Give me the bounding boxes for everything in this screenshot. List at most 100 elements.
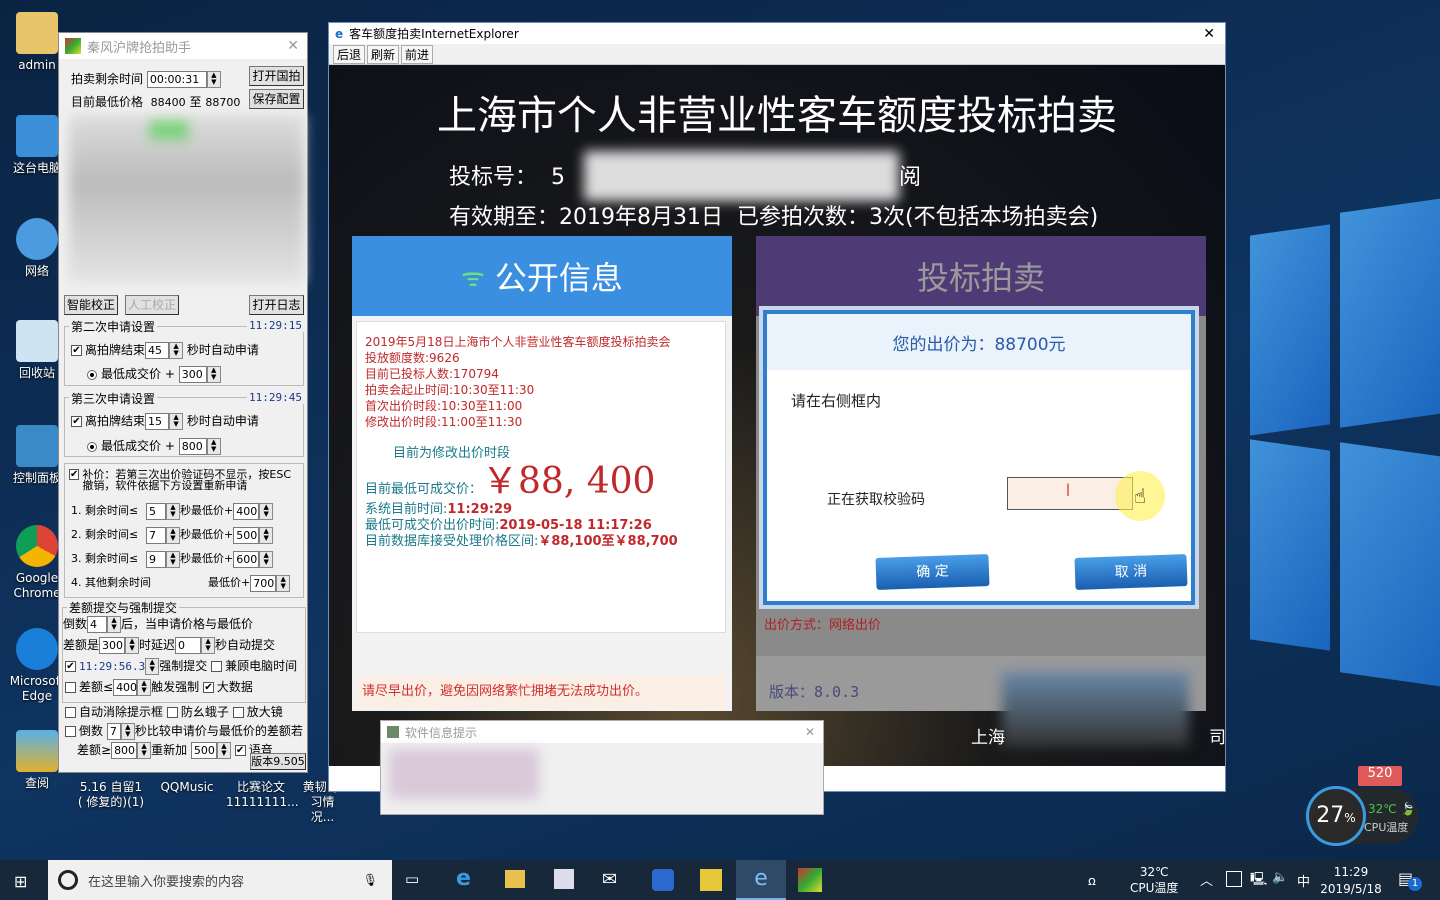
second-price-field[interactable]: 300	[178, 366, 207, 383]
close-icon[interactable]: ✕	[805, 725, 815, 739]
cancel-button[interactable]: 取 消	[1074, 554, 1188, 590]
blurred-bid-number	[584, 151, 899, 201]
ie-toolbar: 后退 刷新 前进	[329, 44, 1225, 65]
phase-text: 目前为修改出价时段	[393, 446, 511, 461]
anti-checkbox[interactable]	[166, 707, 178, 718]
force-time[interactable]: 11:29:56.3	[79, 660, 145, 673]
leaf-icon: 🍃	[1400, 802, 1416, 816]
third-price-field[interactable]: 800	[178, 438, 207, 455]
store-icon[interactable]	[554, 869, 574, 889]
force-checkbox[interactable]: ✔	[65, 661, 76, 672]
ime-indicator[interactable]: 中	[1297, 871, 1310, 890]
notes-icon[interactable]	[700, 869, 722, 891]
countdown-field[interactable]: 4	[87, 616, 108, 633]
open-log-button[interactable]: 打开日志	[249, 295, 304, 315]
clock[interactable]: 11:29 2019/5/18	[1316, 864, 1386, 898]
windows-wallpaper-logo	[1230, 190, 1440, 710]
third-seconds-field[interactable]: 15	[145, 413, 170, 430]
close-icon[interactable]: ✕	[1203, 26, 1215, 42]
network-icon[interactable]: 🖳	[1250, 870, 1267, 892]
explorer-icon[interactable]	[505, 870, 525, 888]
edge-taskbar-icon[interactable]: e	[456, 866, 471, 891]
save-config-button[interactable]: 保存配置	[249, 89, 304, 109]
bid-number-label: 投标号： 5	[449, 165, 566, 190]
manual-calibrate-button[interactable]: 人工校正	[125, 295, 179, 315]
back-button[interactable]: 后退	[333, 44, 366, 64]
price-high: 88700	[205, 96, 241, 109]
notice-bar: 请尽早出价，避免因网络繁忙拥堵无法成功出价。	[356, 676, 726, 708]
helper-titlebar: 秦风沪牌抢拍助手 ✕	[59, 33, 307, 59]
third-enable-checkbox[interactable]: ✔	[71, 416, 82, 427]
open-guopai-button[interactable]: 打开国拍	[249, 66, 304, 86]
desktop-icon-paper[interactable]: 比赛论文 11111111...	[226, 780, 299, 810]
helper-taskbar-icon[interactable]	[798, 868, 822, 892]
pc-time-checkbox[interactable]	[211, 661, 223, 672]
supplement-checkbox[interactable]: ✔	[69, 469, 80, 480]
people-icon[interactable]: ꭥ	[1088, 871, 1096, 889]
system-time: 11:29:29	[447, 502, 513, 517]
remain-spinner[interactable]: ▲ ▼	[206, 71, 221, 88]
task-view-icon[interactable]: ▭	[405, 870, 419, 888]
third-radio[interactable]	[87, 441, 97, 452]
app-icon	[387, 726, 399, 738]
auto-close-checkbox[interactable]	[65, 707, 76, 718]
remain-time-field[interactable]: 00:00:31	[146, 71, 207, 88]
security-icon[interactable]	[1226, 871, 1242, 887]
supplement-row: 3. 剩余时间≤ 9 ▲ ▼ 秒最低价+ 600 ▲ ▼	[71, 550, 274, 568]
bigdata-checkbox[interactable]: ✔	[202, 682, 214, 693]
refresh-button[interactable]: 刷新	[367, 44, 400, 64]
hand-cursor-icon: ☝	[1115, 471, 1165, 521]
second-radio[interactable]	[87, 369, 97, 380]
wps-icon[interactable]	[652, 869, 674, 891]
forward-button[interactable]: 前进	[401, 44, 434, 64]
confirm-button[interactable]: 确 定	[875, 554, 990, 590]
ie-taskbar-icon[interactable]: e	[736, 860, 786, 900]
public-info-body: 2019年5月18日上海市个人非营业性客车额度投标拍卖会 投放额度数:9626 目前…	[356, 321, 726, 633]
bid-method: 出价方式：网络出价	[764, 618, 882, 633]
notification-icon[interactable]: ▤ 1	[1398, 869, 1422, 891]
version-button[interactable]: 版本9.505	[250, 753, 306, 770]
captcha-label: 正在获取校验码	[827, 492, 925, 508]
second-enable-checkbox[interactable]: ✔	[71, 345, 82, 356]
price-range: ￥88,100至￥88,700	[538, 534, 678, 549]
tray-cpu-temp[interactable]: 32℃ CPU温度	[1130, 864, 1178, 896]
third-time: 11:29:45	[247, 391, 304, 404]
cpu-widget[interactable]: 27% 32℃ 🍃 CPU温度 520	[1306, 766, 1418, 846]
voice-checkbox[interactable]: ✔	[234, 745, 246, 756]
magnifier-checkbox[interactable]	[232, 707, 244, 718]
spinner[interactable]: ▲ ▼	[169, 342, 184, 359]
mail-icon[interactable]: ✉	[602, 869, 617, 890]
ie-icon: e	[335, 26, 344, 41]
cortana-icon	[58, 870, 78, 890]
spinner[interactable]: ▲ ▼	[206, 438, 221, 455]
site-version: 版本：8.0.3	[769, 683, 860, 701]
start-button[interactable]: ⊞	[14, 872, 27, 891]
public-info-panel: ᯤ 公开信息 2019年5月18日上海市个人非营业性客车额度投标拍卖会 投放额度数:…	[352, 236, 732, 711]
wifi-icon: ᯤ	[461, 263, 485, 293]
public-info-header: ᯤ 公开信息	[352, 236, 732, 316]
blurred-region	[1002, 672, 1189, 747]
ie-titlebar: e 客车额度拍卖InternetExplorer ✕	[335, 25, 1215, 42]
smart-calibrate-button[interactable]: 智能校正	[64, 295, 118, 315]
desktop-icon-doc-516[interactable]: 5.16 自留1 ( 修复的)(1)	[76, 780, 146, 810]
close-icon[interactable]: ✕	[287, 38, 299, 54]
supplement-row: 1. 剩余时间≤ 5 ▲ ▼ 秒最低价+ 400 ▲ ▼	[71, 502, 274, 520]
chevron-up-icon[interactable]: ︿	[1200, 870, 1213, 889]
spinner[interactable]: ▲ ▼	[169, 413, 184, 430]
diff-le-checkbox[interactable]	[65, 682, 76, 693]
microphone-icon: 🎙	[362, 873, 378, 887]
blurred-message	[389, 749, 539, 799]
spinner[interactable]: ▲ ▼	[206, 366, 221, 383]
desktop-icon-qqmusic[interactable]: QQMusic	[152, 780, 222, 795]
second-seconds-field[interactable]: 45	[145, 342, 170, 359]
volume-icon[interactable]: 🔈	[1272, 870, 1288, 885]
blurred-preview	[69, 115, 304, 283]
diff-field[interactable]: 300	[99, 637, 126, 654]
taskbar: ⊞ 在这里输入你要搜索的内容 🎙 ▭ e ✉ e ꭥ 32℃ CPU温度 ︿ 🖳 🔈…	[0, 860, 1440, 900]
second-time: 11:29:15	[247, 319, 304, 332]
software-info-popup: 软件信息提示 ✕	[380, 720, 824, 815]
search-box[interactable]: 在这里输入你要搜索的内容 🎙	[48, 860, 392, 900]
compare-checkbox[interactable]	[65, 726, 76, 737]
price-low: 88400	[150, 96, 186, 109]
delay-field[interactable]: 0	[175, 637, 202, 654]
